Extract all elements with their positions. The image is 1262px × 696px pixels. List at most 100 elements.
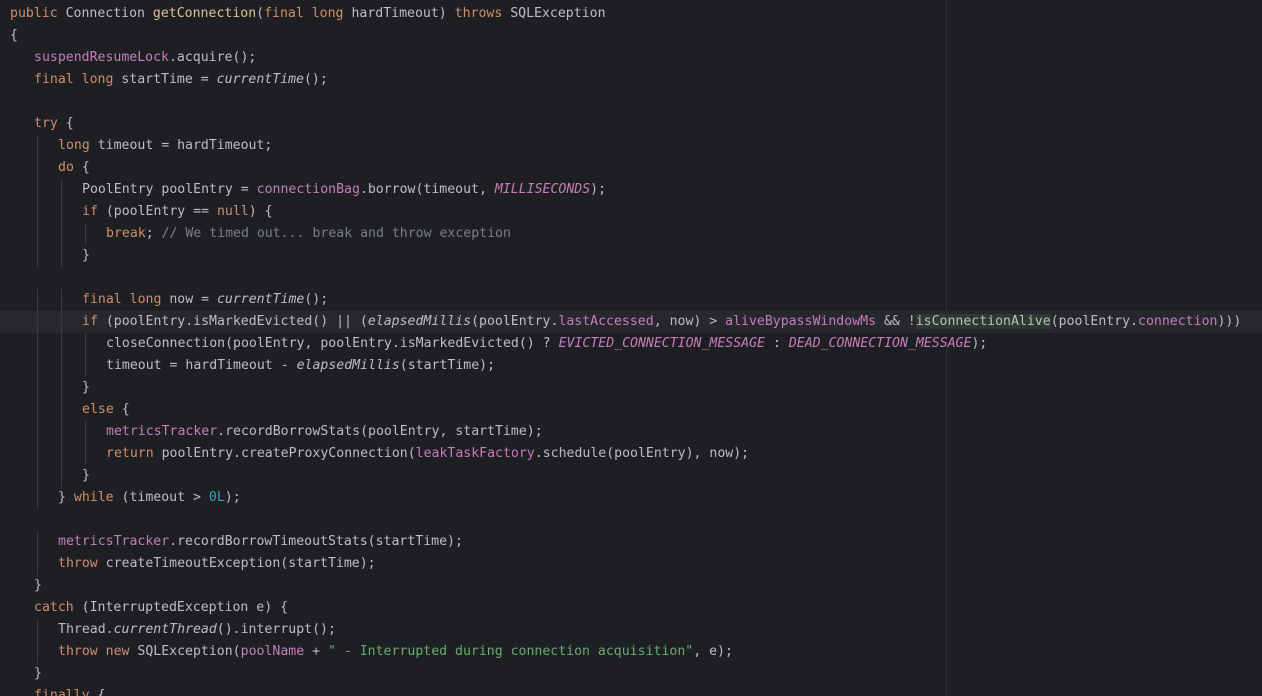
code-line[interactable]: } while (timeout > 0L); <box>0 487 1262 509</box>
code-token: timeout = hardTimeout - <box>106 358 297 373</box>
code-line[interactable]: suspendResumeLock.acquire(); <box>0 47 1262 69</box>
indent-guide <box>37 333 38 355</box>
code-text: timeout = hardTimeout - elapsedMillis(st… <box>106 355 495 377</box>
code-text: metricsTracker.recordBorrowTimeoutStats(… <box>58 531 463 553</box>
code-lines[interactable]: public Connection getConnection(final lo… <box>0 3 1262 696</box>
code-text: PoolEntry poolEntry = connectionBag.borr… <box>82 179 606 201</box>
code-token: getConnection <box>152 6 257 21</box>
code-line[interactable]: public Connection getConnection(final lo… <box>0 3 1262 25</box>
indent-guide <box>61 465 62 487</box>
code-token: } <box>34 578 42 593</box>
code-token: metricsTracker <box>106 424 218 439</box>
code-line[interactable]: catch (InterruptedException e) { <box>0 597 1262 619</box>
code-text: final long startTime = currentTime(); <box>34 69 328 91</box>
code-line[interactable]: try { <box>0 113 1262 135</box>
code-text: final long now = currentTime(); <box>82 289 328 311</box>
code-text: else { <box>82 399 130 421</box>
code-token: timeout = hardTimeout; <box>97 138 273 153</box>
code-token: { <box>81 160 90 175</box>
code-line[interactable]: metricsTracker.recordBorrowTimeoutStats(… <box>0 531 1262 553</box>
code-text: closeConnection(poolEntry, poolEntry.isM… <box>106 333 987 355</box>
code-token: ().interrupt(); <box>216 622 336 637</box>
code-text: } <box>34 663 42 685</box>
code-editor[interactable]: public Connection getConnection(final lo… <box>0 0 1262 696</box>
code-token: if <box>82 314 106 329</box>
code-line[interactable]: PoolEntry poolEntry = connectionBag.borr… <box>0 179 1262 201</box>
indent-guide <box>37 553 38 575</box>
code-line[interactable]: timeout = hardTimeout - elapsedMillis(st… <box>0 355 1262 377</box>
indent-guide <box>61 333 62 355</box>
indent-guide <box>37 487 38 509</box>
code-token: finally <box>34 688 98 696</box>
code-token: " - Interrupted during connection acquis… <box>327 644 694 659</box>
code-token: elapsedMillis <box>367 314 472 329</box>
code-token: DEAD_CONNECTION_MESSAGE <box>788 336 972 351</box>
code-text: Thread.currentThread().interrupt(); <box>58 619 336 641</box>
code-line[interactable]: } <box>0 663 1262 685</box>
code-line[interactable]: { <box>0 25 1262 47</box>
code-line[interactable] <box>0 509 1262 531</box>
code-token: , now) > <box>653 314 726 329</box>
code-token: (InterruptedException e) { <box>81 600 289 615</box>
code-line[interactable]: closeConnection(poolEntry, poolEntry.isM… <box>0 333 1262 355</box>
code-line[interactable]: final long now = currentTime(); <box>0 289 1262 311</box>
code-line[interactable]: Thread.currentThread().interrupt(); <box>0 619 1262 641</box>
code-token: // We timed out... break and throw excep… <box>161 226 511 241</box>
code-token: while <box>73 490 122 505</box>
code-token: throws <box>454 6 511 21</box>
code-token: currentTime <box>216 72 304 87</box>
code-text: suspendResumeLock.acquire(); <box>34 47 256 69</box>
code-line[interactable]: long timeout = hardTimeout; <box>0 135 1262 157</box>
code-token: .borrow(timeout, <box>359 182 495 197</box>
code-line[interactable]: final long startTime = currentTime(); <box>0 69 1262 91</box>
code-line[interactable]: } <box>0 465 1262 487</box>
code-token: } <box>58 490 74 505</box>
code-text: metricsTracker.recordBorrowStats(poolEnt… <box>106 421 543 443</box>
code-line[interactable]: throw createTimeoutException(startTime); <box>0 553 1262 575</box>
indent-guide <box>61 179 62 201</box>
code-line[interactable]: return poolEntry.createProxyConnection(l… <box>0 443 1262 465</box>
code-text: } <box>82 377 90 399</box>
code-line[interactable]: } <box>0 377 1262 399</box>
code-line[interactable]: do { <box>0 157 1262 179</box>
code-line[interactable]: } <box>0 245 1262 267</box>
code-token: do <box>58 160 82 175</box>
code-line[interactable]: throw new SQLException(poolName + " - In… <box>0 641 1262 663</box>
indent-guide <box>37 399 38 421</box>
code-token: ) { <box>248 204 273 219</box>
code-token: hardTimeout) <box>351 6 455 21</box>
code-token: } <box>82 248 90 263</box>
code-token: EVICTED_CONNECTION_MESSAGE <box>558 336 765 351</box>
code-line[interactable] <box>0 91 1262 113</box>
code-text: throw new SQLException(poolName + " - In… <box>58 641 733 663</box>
code-line[interactable]: break; // We timed out... break and thro… <box>0 223 1262 245</box>
code-token: 0L <box>208 490 225 505</box>
code-line[interactable]: metricsTracker.recordBorrowStats(poolEnt… <box>0 421 1262 443</box>
indent-guide <box>37 641 38 663</box>
code-text: long timeout = hardTimeout; <box>58 135 272 157</box>
code-token: currentTime <box>216 292 305 307</box>
code-line[interactable]: if (poolEntry == null) { <box>0 201 1262 223</box>
code-token: : <box>765 336 789 351</box>
code-text: try { <box>34 113 74 135</box>
code-text: } <box>82 465 90 487</box>
code-token: (poolEntry.isMarkedEvicted() || ( <box>105 314 368 329</box>
code-text: if (poolEntry.isMarkedEvicted() || (elap… <box>82 311 1241 333</box>
code-line[interactable]: if (poolEntry.isMarkedEvicted() || (elap… <box>0 311 1262 333</box>
indent-guide <box>37 157 38 179</box>
code-line[interactable]: } <box>0 575 1262 597</box>
code-text: } <box>82 245 90 267</box>
code-token: null <box>216 204 249 219</box>
indent-guide <box>61 311 62 333</box>
code-line[interactable] <box>0 267 1262 289</box>
code-token: .recordBorrowTimeoutStats(startTime); <box>169 534 463 549</box>
code-token: final long <box>82 292 170 307</box>
code-text: { <box>10 25 18 47</box>
code-token: (poolEntry. <box>471 314 559 329</box>
code-token: .schedule(poolEntry), now); <box>534 446 750 461</box>
indent-guide <box>61 421 62 443</box>
code-line[interactable]: finally { <box>0 685 1262 696</box>
code-line[interactable]: else { <box>0 399 1262 421</box>
code-token: now = <box>169 292 217 307</box>
code-token: closeConnection(poolEntry, poolEntry.isM… <box>106 336 559 351</box>
